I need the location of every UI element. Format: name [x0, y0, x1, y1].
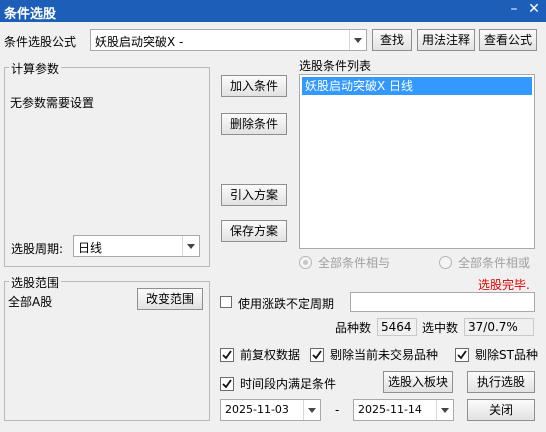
period-select-value: 日线 [78, 241, 103, 255]
chevron-down-icon[interactable] [182, 236, 199, 256]
logic-or-radio[interactable]: 全部条件相或 [439, 254, 530, 271]
view-formula-button[interactable]: 查看公式 [479, 29, 537, 51]
find-button[interactable]: 查找 [372, 29, 412, 51]
change-period-input[interactable] [350, 292, 535, 312]
range-value: 全部A股 [8, 295, 53, 309]
add-condition-button[interactable]: 加入条件 [221, 75, 287, 97]
end-date-value: 2025-11-14 [358, 403, 422, 416]
condition-list-title: 选股条件列表 [299, 59, 372, 73]
chevron-down-icon[interactable] [436, 400, 453, 420]
add-to-block-button[interactable]: 选股入板块 [383, 371, 453, 393]
import-plan-button[interactable]: 引入方案 [221, 184, 287, 206]
formula-select-value: 妖股启动突破X - [95, 35, 184, 49]
time-range-label: 时间段内满足条件 [240, 377, 337, 391]
window-title: 条件选股 [4, 7, 57, 22]
execute-button[interactable]: 执行选股 [467, 371, 535, 393]
logic-or-label: 全部条件相或 [458, 256, 531, 270]
range-title: 选股范围 [9, 274, 62, 291]
exclude-untraded-option[interactable]: 剔除当前未交易品种 [310, 346, 438, 363]
change-period-checkbox[interactable] [220, 296, 232, 308]
logic-and-radio[interactable]: 全部条件相与 [299, 254, 390, 271]
forward-adjust-label: 前复权数据 [240, 348, 301, 362]
formula-label: 条件选股公式 [4, 35, 77, 49]
radio-icon[interactable] [299, 256, 312, 269]
radio-icon[interactable] [439, 256, 452, 269]
exclude-untraded-label: 剔除当前未交易品种 [330, 348, 439, 362]
period-label: 选股周期: [11, 242, 64, 256]
checkbox-checked-icon[interactable] [220, 376, 234, 391]
start-date-value: 2025-11-03 [225, 403, 289, 416]
params-group: 计算参数 无参数需要设置 选股周期: 日线 [4, 60, 210, 267]
start-date-picker[interactable]: 2025-11-03 [220, 399, 321, 421]
forward-adjust-option[interactable]: 前复权数据 [220, 346, 300, 363]
date-separator: - [335, 403, 340, 417]
selected-value: 37/0.7% [464, 318, 534, 336]
checkbox-checked-icon[interactable] [220, 347, 234, 362]
minimize-icon[interactable]: – [504, 1, 524, 17]
selected-label: 选中数 [422, 321, 459, 335]
usage-button[interactable]: 用法注释 [417, 29, 475, 51]
time-range-option[interactable]: 时间段内满足条件 [220, 375, 336, 392]
params-empty-text: 无参数需要设置 [10, 96, 95, 110]
close-button[interactable]: 关闭 [467, 399, 535, 421]
formula-select[interactable]: 妖股启动突破X - [90, 29, 367, 51]
chevron-down-icon[interactable] [303, 400, 320, 420]
change-range-button[interactable]: 改变范围 [137, 288, 203, 310]
status-text: 选股完毕. [478, 278, 530, 292]
title-bar: 条件选股 – ✕ [0, 0, 546, 22]
chevron-down-icon[interactable] [349, 30, 366, 50]
range-group: 选股范围 全部A股 改变范围 [4, 274, 210, 421]
delete-condition-button[interactable]: 删除条件 [221, 113, 287, 135]
condition-list-item[interactable]: 妖股启动突破X 日线 [302, 77, 532, 95]
condition-list[interactable]: 妖股启动突破X 日线 [299, 74, 535, 249]
end-date-picker[interactable]: 2025-11-14 [353, 399, 454, 421]
params-title: 计算参数 [9, 60, 62, 77]
checkbox-checked-icon[interactable] [310, 347, 324, 362]
checkbox-checked-icon[interactable] [455, 347, 469, 362]
save-plan-button[interactable]: 保存方案 [221, 220, 287, 242]
exclude-st-label: 剔除ST品种 [475, 348, 538, 362]
change-period-label: 使用涨跌不定周期 [238, 297, 335, 311]
logic-and-label: 全部条件相与 [318, 256, 391, 270]
exclude-st-option[interactable]: 剔除ST品种 [455, 346, 538, 363]
period-select[interactable]: 日线 [73, 235, 200, 257]
close-icon[interactable]: ✕ [524, 1, 544, 17]
count-label: 品种数 [335, 321, 372, 335]
count-value: 5464 [377, 318, 417, 336]
